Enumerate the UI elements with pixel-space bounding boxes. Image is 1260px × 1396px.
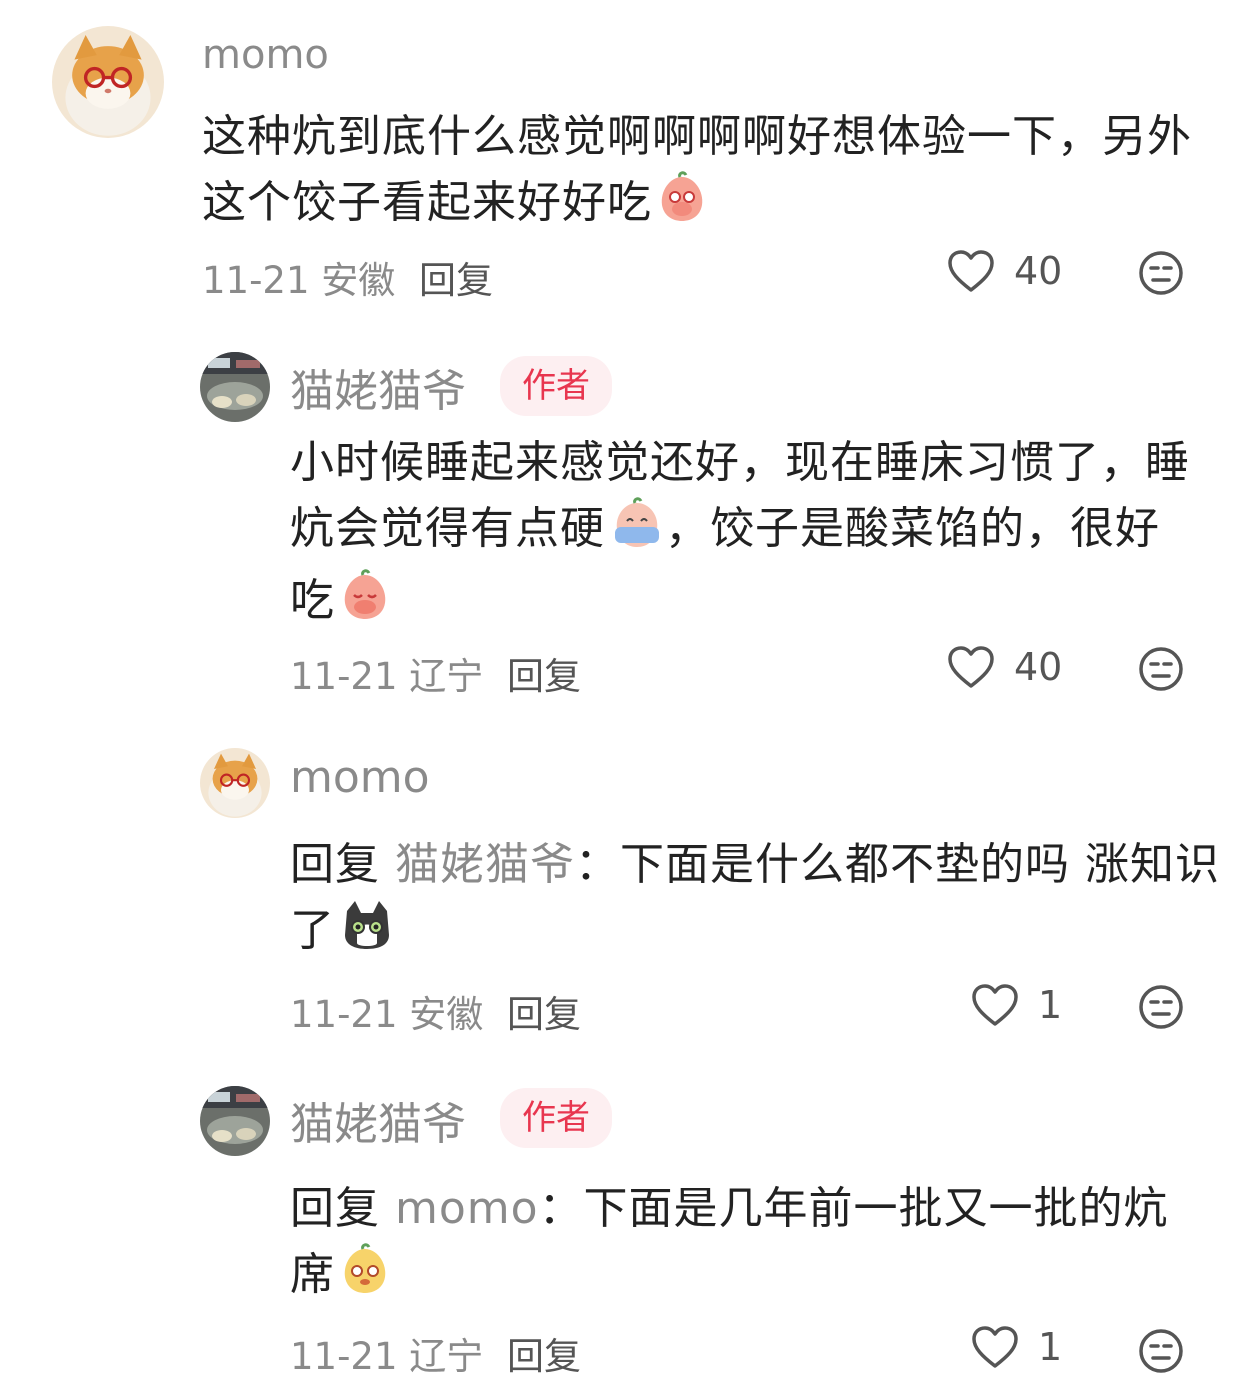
peach-emoji-icon [656,171,708,242]
heart-outline-icon [946,644,996,690]
comment-meta: 11-21 安徽 回复 [202,250,493,304]
heart-outline-icon [970,1324,1020,1370]
heart-outline-icon [946,248,996,294]
comment-meta: 11-21 安徽 回复 [290,984,581,1038]
comment-text: 这种炕到底什么感觉啊啊啊啊好想体验一下，另外这个饺子看起来好好吃 [202,104,1192,242]
dislike-button[interactable] [1138,1328,1184,1378]
yellow-peach-emoji-icon [339,1243,391,1314]
heart-outline-icon [970,982,1020,1028]
comment-location: 辽宁 [409,655,484,698]
like-count: 1 [1038,983,1063,1027]
username[interactable]: 猫姥猫爷 [290,1088,466,1152]
comment-text: 小时候睡起来感觉还好，现在睡床习惯了，睡炕会觉得有点硬 ，饺子是酸菜馅的，很好吃 [290,430,1190,640]
username[interactable]: 猫姥猫爷 [290,355,466,419]
like-count: 40 [1014,645,1063,689]
comment-meta: 11-21 辽宁 回复 [290,646,581,700]
unamused-face-icon [1138,985,1184,1034]
comment-date: 11-21 [290,1335,398,1378]
reply-target-username[interactable]: 猫姥猫爷 [395,839,575,890]
reply-target-username[interactable]: momo [395,1183,539,1234]
like-button[interactable]: 1 [970,1324,1062,1370]
avatar[interactable] [200,748,270,818]
reply-button[interactable]: 回复 [507,993,581,1036]
reply-prefix: 回复 [290,839,380,890]
comment-location: 安徽 [321,259,396,302]
avatar[interactable] [52,26,164,138]
unamused-face-icon [1138,251,1184,300]
crying-peach-emoji-icon [609,497,665,568]
dislike-button[interactable] [1138,646,1184,696]
dislike-button[interactable] [1138,984,1184,1034]
reply-button[interactable]: 回复 [507,655,581,698]
like-button[interactable]: 1 [970,982,1062,1028]
comment-date: 11-21 [202,259,310,302]
comment-text: 回复 猫姥猫爷：下面是什么都不垫的吗 涨知识了 [290,832,1220,970]
unamused-face-icon [1138,647,1184,696]
unamused-face-icon [1138,1329,1184,1378]
username[interactable]: momo [290,752,430,803]
comment-text: 回复 momo：下面是几年前一批又一批的炕席 [290,1176,1210,1314]
like-count: 40 [1014,249,1063,293]
comment-date: 11-21 [290,993,398,1036]
like-count: 1 [1038,1325,1063,1369]
happy-peach-emoji-icon [339,569,391,640]
dislike-button[interactable] [1138,250,1184,300]
author-badge: 作者 [500,1088,612,1148]
like-button[interactable]: 40 [946,644,1062,690]
avatar[interactable] [200,1086,270,1156]
comment-date: 11-21 [290,655,398,698]
reply-prefix: 回复 [290,1183,380,1234]
avatar[interactable] [200,352,270,422]
username[interactable]: momo [202,32,329,78]
reply-button[interactable]: 回复 [507,1335,581,1378]
like-button[interactable]: 40 [946,248,1062,294]
comment-location: 安徽 [409,993,484,1036]
cat-emoji-icon [339,899,395,970]
comment-location: 辽宁 [409,1335,484,1378]
reply-button[interactable]: 回复 [419,259,493,302]
comment-meta: 11-21 辽宁 回复 [290,1326,581,1380]
author-badge: 作者 [500,356,612,416]
